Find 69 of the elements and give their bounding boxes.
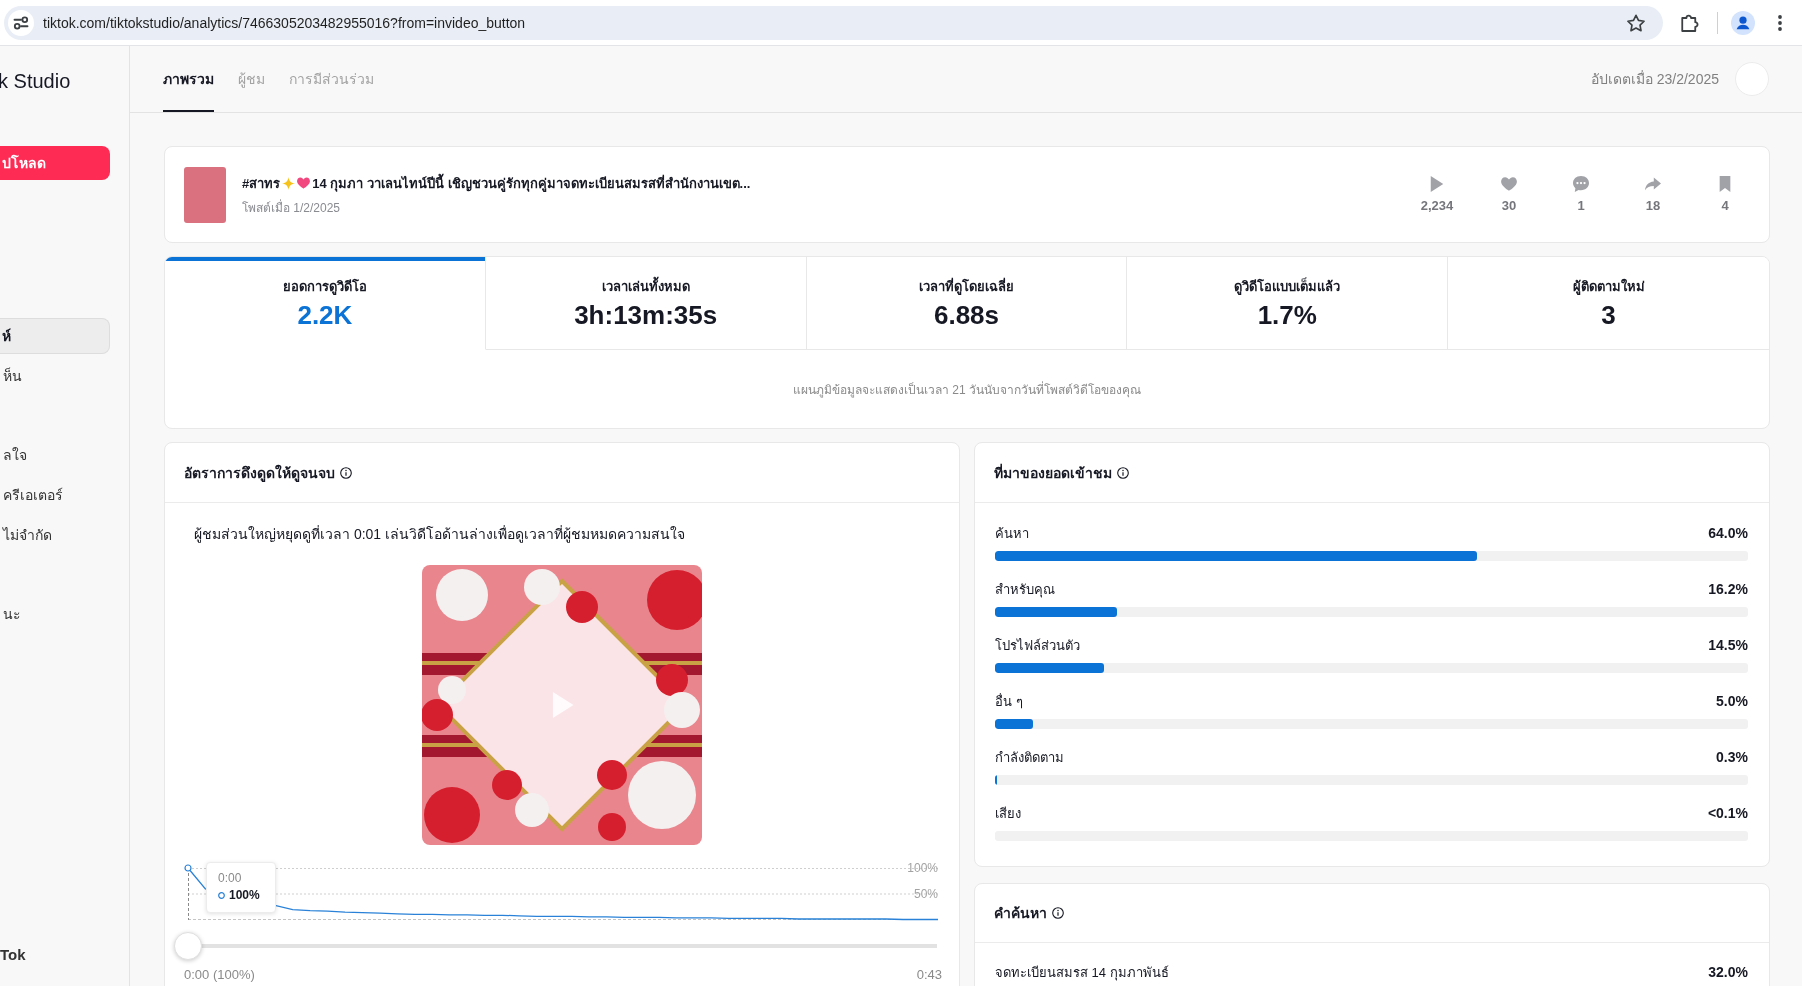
share-icon <box>1645 176 1661 192</box>
puzzle-icon[interactable] <box>1681 13 1699 32</box>
card-title: อัตราการดึงดูดให้ดูจนจบ <box>184 463 335 484</box>
nav-item[interactable]: นะ <box>0 596 110 632</box>
video-hashtag: #สาทร <box>242 174 281 193</box>
info-icon[interactable] <box>340 466 352 479</box>
metric-tab[interactable]: ผู้ติดตามใหม่ 3 <box>1448 257 1769 350</box>
source-label: โปรไฟล์ส่วนตัว <box>995 636 1080 655</box>
metric-tab[interactable]: เวลาเล่นทั้งหมด 3h:13m:35s <box>485 257 807 350</box>
nav-item[interactable]: ไม่จำกัด <box>0 517 110 553</box>
source-percent: 5.0% <box>1716 693 1748 709</box>
metric-tab[interactable]: เวลาที่ดูโดยเฉลี่ย 6.88s <box>806 257 1128 350</box>
source-label: กำลังติดตาม <box>995 748 1064 767</box>
y-axis-label: 50% <box>913 887 938 901</box>
slider-thumb[interactable] <box>174 932 202 960</box>
profile-icon[interactable] <box>1731 10 1755 35</box>
video-thumbnail-placeholder[interactable] <box>184 166 226 223</box>
info-icon[interactable] <box>1052 907 1064 919</box>
save-count: 4 <box>1721 198 1729 213</box>
updated-date: อัปเดตเมื่อ 23/2/2025 <box>1590 69 1719 89</box>
site-settings-icon[interactable] <box>8 9 34 36</box>
video-caption: 14 กุมภา วาเลนไทน์ปีนี้ เชิญชวนคู่รักทุกคู่มาจดทะเบียนสมรสที่สำนักงานเขต... <box>312 172 751 194</box>
card-title: ที่มาของยอดเข้าชม <box>994 462 1112 483</box>
heart-icon <box>297 177 311 189</box>
address-bar[interactable]: tiktok.com/tiktokstudio/analytics/7466305203482955016?from=invideo_button <box>4 5 1663 40</box>
source-percent: 0.3% <box>1716 749 1748 765</box>
upload-button[interactable]: ปโหลด <box>0 146 110 180</box>
slider-end-label: 0:43 <box>916 967 942 983</box>
heart-icon <box>1501 176 1517 192</box>
search-percent: 32.0% <box>1708 964 1748 980</box>
retention-summary: ผู้ชมส่วนใหญ่หยุดดูที่เวลา 0:01 เล่นวิดีโอด้านล่างเพื่อดูเวลาที่ผู้ชมหมดความสนใจ <box>193 524 687 544</box>
source-percent: 14.5% <box>1708 637 1748 653</box>
play-icon <box>1429 176 1445 192</box>
posted-date: โพสต์เมื่อ 1/2/2025 <box>242 198 342 217</box>
source-label: สำหรับคุณ <box>995 580 1055 600</box>
nav-item[interactable]: ครีเอเตอร์ <box>0 477 110 513</box>
marker-icon <box>218 891 225 899</box>
view-count: 2,234 <box>1420 198 1454 213</box>
url-text: tiktok.com/tiktokstudio/analytics/7466305203482955016?from=invideo_button <box>43 14 526 31</box>
chart-note: แผนภูมิข้อมูลจะแสดงเป็นเวลา 21 วันนับจากวันที่โพสต์วิดีโอของคุณ <box>793 380 1141 399</box>
star-icon[interactable] <box>1627 13 1645 32</box>
source-percent: 16.2% <box>1708 581 1748 597</box>
comment-icon <box>1573 176 1589 192</box>
y-axis-label: 100% <box>907 861 938 875</box>
menu-icon[interactable] <box>1778 14 1782 31</box>
tooltip-value: 100% <box>229 887 260 903</box>
like-count: 30 <box>1501 198 1517 213</box>
source-percent: <0.1% <box>1707 805 1748 821</box>
info-icon[interactable] <box>1117 466 1129 479</box>
source-label: เสียง <box>995 804 1021 823</box>
sparkle-icon <box>282 176 296 190</box>
brand-name: k Studio <box>0 70 71 93</box>
nav-item[interactable]: ห็น <box>0 358 110 394</box>
share-count: 18 <box>1645 198 1661 213</box>
footer-link[interactable]: Tok <box>0 946 129 963</box>
card-title: คำค้นหา <box>994 904 1047 923</box>
source-label: ค้นหา <box>995 524 1029 543</box>
source-percent: 64.0% <box>1708 525 1748 541</box>
nav-item[interactable]: ห์ <box>0 318 110 354</box>
comment-count: 1 <box>1577 198 1585 213</box>
source-label: อื่น ๆ <box>995 692 1023 711</box>
tooltip-time: 0:00 <box>218 870 243 886</box>
slider-start-label: 0:00 (100%) <box>184 967 255 983</box>
search-term: จดทะเบียนสมรส 14 กุมภาพันธ์ <box>995 963 1169 983</box>
page-tab[interactable]: ภาพรวม <box>163 46 214 112</box>
metric-tab[interactable]: ยอดการดูวิดีโอ 2.2K <box>165 257 486 350</box>
nav-item[interactable]: ลใจ <box>0 437 110 473</box>
bookmark-icon <box>1717 176 1733 192</box>
metric-tab[interactable]: ดูวิดีโอแบบเต็มแล้ว 1.7% <box>1127 257 1449 350</box>
